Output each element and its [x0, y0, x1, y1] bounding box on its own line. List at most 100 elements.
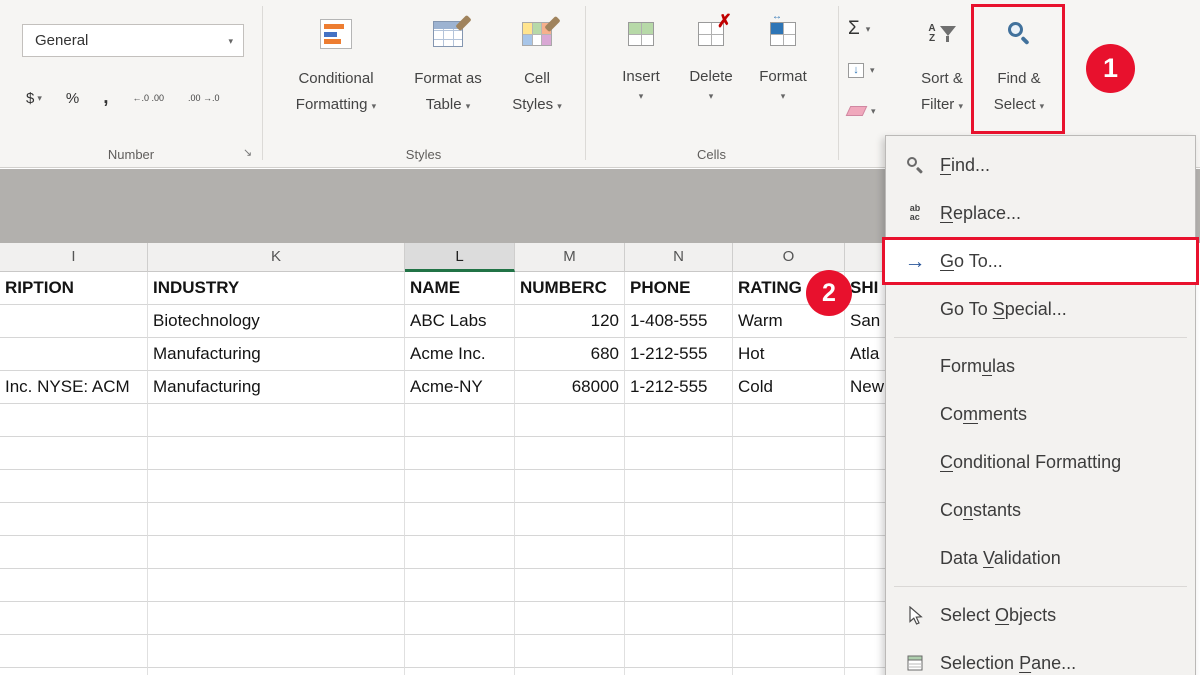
cell[interactable]	[625, 569, 733, 602]
cell[interactable]	[405, 503, 515, 536]
cell[interactable]: Manufacturing	[148, 371, 405, 404]
cell[interactable]	[733, 569, 845, 602]
menu-item-conditional-formatting[interactable]: Conditional Formatting	[886, 438, 1195, 486]
cell[interactable]	[148, 569, 405, 602]
cell[interactable]	[0, 338, 148, 371]
cell-styles-button[interactable]: Cell Styles	[501, 10, 573, 118]
cell[interactable]: 1-212-555	[625, 338, 733, 371]
menu-item-comments[interactable]: Comments	[886, 390, 1195, 438]
fill-button[interactable]: ↓	[848, 57, 875, 83]
cell[interactable]: 1-408-555	[625, 305, 733, 338]
cell[interactable]	[625, 437, 733, 470]
cell[interactable]	[733, 602, 845, 635]
delete-button[interactable]: ✗ Delete	[680, 12, 742, 101]
cell[interactable]	[515, 470, 625, 503]
cell[interactable]	[148, 602, 405, 635]
cell[interactable]	[0, 668, 148, 675]
cell[interactable]	[515, 635, 625, 668]
cell[interactable]	[0, 635, 148, 668]
cell[interactable]	[515, 602, 625, 635]
cell[interactable]	[405, 470, 515, 503]
cell[interactable]: 680	[515, 338, 625, 371]
number-dialog-launcher-icon[interactable]	[243, 146, 252, 159]
cell[interactable]	[625, 602, 733, 635]
format-as-table-button[interactable]: Format as Table	[398, 10, 498, 118]
find-select-button[interactable]: Find & Select	[977, 10, 1061, 118]
cell[interactable]	[0, 305, 148, 338]
cell[interactable]: ABC Labs	[405, 305, 515, 338]
column-header-K[interactable]: K	[148, 243, 405, 272]
cell[interactable]	[405, 602, 515, 635]
sort-filter-button[interactable]: AZ Sort & Filter	[908, 10, 976, 118]
cell[interactable]: 120	[515, 305, 625, 338]
insert-button[interactable]: Insert	[610, 12, 672, 101]
column-header-O[interactable]: O	[733, 243, 845, 272]
cell[interactable]	[405, 635, 515, 668]
cell[interactable]	[0, 437, 148, 470]
clear-button[interactable]	[848, 98, 876, 124]
menu-item-data-validation[interactable]: Data Validation	[886, 534, 1195, 582]
cell[interactable]	[0, 404, 148, 437]
cell[interactable]	[0, 470, 148, 503]
menu-item-go-to-special[interactable]: Go To Special...	[886, 285, 1195, 333]
cell[interactable]	[148, 668, 405, 675]
cell[interactable]	[405, 668, 515, 675]
cell[interactable]	[148, 470, 405, 503]
percent-style-button[interactable]: %	[66, 90, 79, 107]
increase-decimal-button[interactable]: ←.0 .00	[133, 93, 165, 103]
cell[interactable]: 68000	[515, 371, 625, 404]
cell[interactable]	[148, 536, 405, 569]
decrease-decimal-button[interactable]: .00 →.0	[188, 93, 220, 103]
cell[interactable]	[625, 503, 733, 536]
cell[interactable]	[0, 536, 148, 569]
cell[interactable]: Manufacturing	[148, 338, 405, 371]
cell[interactable]	[515, 503, 625, 536]
cell[interactable]: Inc. NYSE: ACM	[0, 371, 148, 404]
cell[interactable]	[515, 437, 625, 470]
cell[interactable]	[148, 503, 405, 536]
cell[interactable]	[733, 503, 845, 536]
menu-item-select-objects[interactable]: Select Objects	[886, 591, 1195, 639]
cell[interactable]	[0, 503, 148, 536]
cell[interactable]	[405, 404, 515, 437]
autosum-button[interactable]: Σ	[848, 16, 870, 42]
cell[interactable]: 1-212-555	[625, 371, 733, 404]
cell[interactable]: RIPTION	[0, 272, 148, 305]
cell[interactable]	[0, 602, 148, 635]
number-format-select[interactable]: General	[22, 24, 244, 57]
cell[interactable]	[733, 404, 845, 437]
cell[interactable]	[148, 404, 405, 437]
cell[interactable]	[733, 470, 845, 503]
cell[interactable]	[515, 569, 625, 602]
cell[interactable]	[733, 635, 845, 668]
menu-item-selection-pane[interactable]: Selection Pane...	[886, 639, 1195, 675]
cell[interactable]	[733, 536, 845, 569]
cell[interactable]: Hot	[733, 338, 845, 371]
cell[interactable]	[405, 536, 515, 569]
column-header-L[interactable]: L	[405, 243, 515, 272]
cell[interactable]	[625, 635, 733, 668]
cell[interactable]: NAME	[405, 272, 515, 305]
cell[interactable]: Cold	[733, 371, 845, 404]
menu-item-replace[interactable]: abacReplace...	[886, 189, 1195, 237]
menu-item-constants[interactable]: Constants	[886, 486, 1195, 534]
cell[interactable]	[515, 536, 625, 569]
cell[interactable]: Acme-NY	[405, 371, 515, 404]
cell[interactable]	[405, 437, 515, 470]
cell[interactable]	[515, 404, 625, 437]
cell[interactable]: PHONE	[625, 272, 733, 305]
cell[interactable]: Acme Inc.	[405, 338, 515, 371]
menu-item-formulas[interactable]: Formulas	[886, 342, 1195, 390]
cell[interactable]: NUMBERC	[515, 272, 625, 305]
cell[interactable]: INDUSTRY	[148, 272, 405, 305]
cell[interactable]	[515, 668, 625, 675]
column-header-I[interactable]: I	[0, 243, 148, 272]
cell[interactable]	[148, 635, 405, 668]
cell[interactable]	[625, 536, 733, 569]
cell[interactable]	[625, 404, 733, 437]
column-header-N[interactable]: N	[625, 243, 733, 272]
conditional-formatting-button[interactable]: Conditional Formatting	[277, 10, 395, 118]
cell[interactable]	[625, 470, 733, 503]
column-header-M[interactable]: M	[515, 243, 625, 272]
cell[interactable]	[148, 437, 405, 470]
